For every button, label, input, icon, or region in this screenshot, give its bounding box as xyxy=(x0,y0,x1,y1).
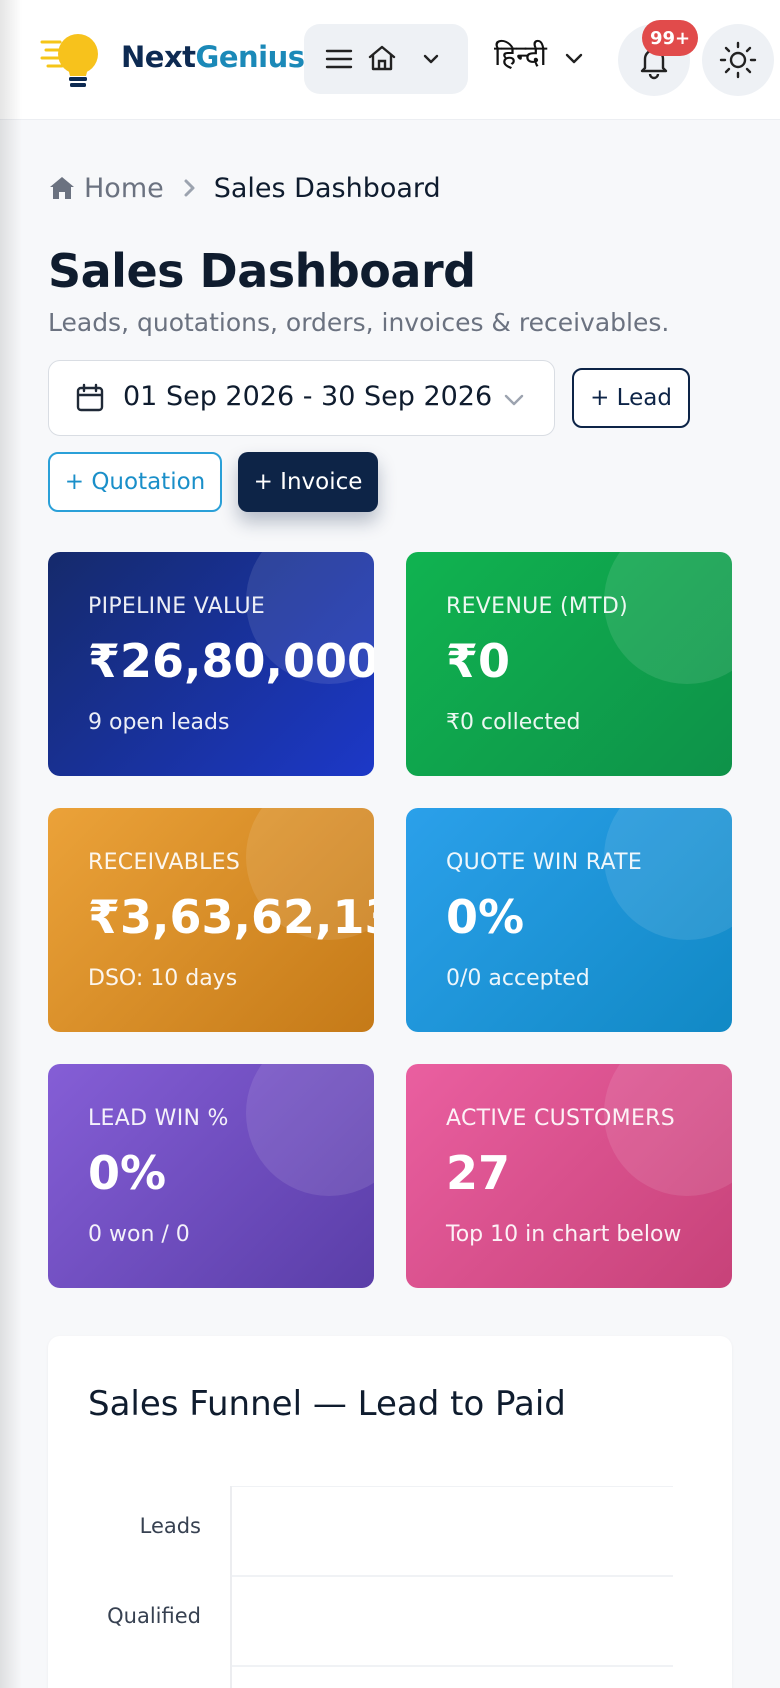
date-range-picker[interactable]: 01 Sep 2026 - 30 Sep 2026 xyxy=(48,360,555,436)
page-title: Sales Dashboard xyxy=(48,244,476,298)
funnel-stage-label: Leads xyxy=(140,1514,201,1538)
home-icon[interactable] xyxy=(366,42,398,74)
sales-funnel-chart: Leads Qualified xyxy=(107,1486,673,1688)
stat-label: PIPELINE VALUE xyxy=(88,594,266,619)
chevron-down-icon[interactable] xyxy=(562,46,586,70)
bulb-logo-icon[interactable] xyxy=(40,26,106,92)
stat-value: ₹26,80,000 xyxy=(88,634,374,688)
stat-card-quote-win-rate[interactable]: QUOTE WIN RATE 0% 0/0 accepted xyxy=(406,808,732,1032)
stat-label: LEAD WIN % xyxy=(88,1106,229,1131)
notification-badge: 99+ xyxy=(642,20,699,56)
stat-value: ₹0 xyxy=(446,634,511,688)
language-selector[interactable]: हिन्दी xyxy=(494,36,547,74)
menu-icon[interactable] xyxy=(324,44,354,74)
stat-subtext: DSO: 10 days xyxy=(88,966,238,991)
stat-value: 0% xyxy=(446,890,525,944)
page-subtitle: Leads, quotations, orders, invoices & re… xyxy=(48,308,670,337)
breadcrumb-home-link[interactable]: Home xyxy=(84,173,164,204)
stat-value: ₹3,63,62,135 xyxy=(88,890,374,944)
top-header: NextGenius हिन्दी 99+ xyxy=(0,0,780,120)
chevron-down-icon[interactable] xyxy=(420,48,442,70)
stat-value: 0% xyxy=(88,1146,167,1200)
theme-toggle-button[interactable] xyxy=(702,24,774,96)
stat-card-pipeline-value[interactable]: PIPELINE VALUE ₹26,80,000 9 open leads xyxy=(48,552,374,776)
breadcrumb-current: Sales Dashboard xyxy=(213,172,441,204)
stat-label: ACTIVE CUSTOMERS xyxy=(446,1106,676,1131)
calendar-icon xyxy=(76,383,104,412)
stat-card-active-customers[interactable]: ACTIVE CUSTOMERS 27 Top 10 in chart belo… xyxy=(406,1064,732,1288)
breadcrumb: Home Sales Dashboard xyxy=(48,170,441,206)
date-range-value: 01 Sep 2026 - 30 Sep 2026 xyxy=(123,381,493,412)
stat-label: REVENUE (MTD) xyxy=(446,594,629,619)
add-quotation-button[interactable]: + Quotation xyxy=(48,452,222,512)
add-lead-button[interactable]: + Lead xyxy=(572,368,690,428)
funnel-stage-label: Qualified xyxy=(107,1604,201,1628)
stat-value: 27 xyxy=(446,1146,511,1200)
sales-funnel-panel: Sales Funnel — Lead to Paid Leads Qualif… xyxy=(48,1336,732,1688)
stat-card-receivables[interactable]: RECEIVABLES ₹3,63,62,135 DSO: 10 days xyxy=(48,808,374,1032)
stat-subtext: 0/0 accepted xyxy=(446,966,590,991)
stat-subtext: ₹0 collected xyxy=(446,710,581,735)
add-invoice-button[interactable]: + Invoice xyxy=(238,452,378,512)
edge-shadow xyxy=(0,0,22,1688)
stat-subtext: 0 won / 0 xyxy=(88,1222,190,1247)
sun-icon xyxy=(719,41,757,79)
nav-menu-pill[interactable] xyxy=(304,24,468,94)
chevron-right-icon xyxy=(184,179,195,197)
stat-label: QUOTE WIN RATE xyxy=(446,850,643,875)
panel-title: Sales Funnel — Lead to Paid xyxy=(88,1384,566,1424)
home-icon[interactable] xyxy=(48,174,76,202)
stat-label: RECEIVABLES xyxy=(88,850,241,875)
brand-name[interactable]: NextGenius xyxy=(121,40,305,74)
stat-card-revenue-mtd[interactable]: REVENUE (MTD) ₹0 ₹0 collected xyxy=(406,552,732,776)
decorative-circle xyxy=(246,1064,374,1196)
stat-card-lead-win[interactable]: LEAD WIN % 0% 0 won / 0 xyxy=(48,1064,374,1288)
chevron-down-icon xyxy=(504,394,524,406)
stat-subtext: Top 10 in chart below xyxy=(446,1222,682,1247)
stat-subtext: 9 open leads xyxy=(88,710,230,735)
